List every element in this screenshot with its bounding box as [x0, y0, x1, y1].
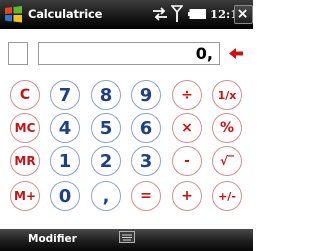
key-memory-add[interactable]: M+: [10, 181, 40, 211]
connectivity-arrows-icon[interactable]: [152, 7, 168, 21]
key-8[interactable]: 8: [91, 80, 121, 110]
key-multiply[interactable]: ×: [172, 113, 202, 143]
key-sqrt[interactable]: √‾: [212, 146, 242, 176]
key-decimal[interactable]: ,: [91, 181, 121, 211]
close-icon: [238, 9, 247, 18]
signal-antenna-icon[interactable]: [171, 5, 183, 23]
modifier-softkey[interactable]: Modifier: [28, 233, 77, 245]
key-5[interactable]: 5: [91, 113, 121, 143]
key-9[interactable]: 9: [131, 80, 161, 110]
key-equals[interactable]: =: [131, 181, 161, 211]
backspace-arrow-icon[interactable]: [226, 42, 246, 65]
title-bar: Calculatrice 12:17: [0, 0, 253, 29]
memory-indicator: [8, 42, 28, 65]
key-7[interactable]: 7: [50, 80, 80, 110]
key-memory-clear[interactable]: MC: [10, 113, 40, 143]
calculator-display: 0,: [38, 42, 220, 65]
key-divide[interactable]: ÷: [172, 80, 202, 110]
key-6[interactable]: 6: [131, 113, 161, 143]
display-value: 0,: [195, 44, 213, 63]
key-subtract[interactable]: -: [172, 146, 202, 176]
key-1[interactable]: 1: [50, 146, 80, 176]
key-0[interactable]: 0: [50, 181, 80, 211]
keyboard-icon[interactable]: [119, 231, 135, 243]
key-3[interactable]: 3: [131, 146, 161, 176]
key-memory-recall[interactable]: MR: [10, 146, 40, 176]
battery-icon[interactable]: [188, 9, 206, 19]
windows-flag-icon[interactable]: [3, 4, 24, 25]
key-2[interactable]: 2: [91, 146, 121, 176]
key-clear[interactable]: C: [10, 80, 40, 110]
key-add[interactable]: +: [172, 181, 202, 211]
app-title: Calculatrice: [28, 7, 103, 21]
key-negate[interactable]: +/-: [212, 181, 242, 211]
key-percent[interactable]: %: [212, 113, 242, 143]
key-reciprocal[interactable]: 1/x: [212, 80, 242, 110]
menu-bar: Modifier: [0, 229, 253, 251]
close-button[interactable]: [234, 5, 253, 24]
key-4[interactable]: 4: [50, 113, 80, 143]
